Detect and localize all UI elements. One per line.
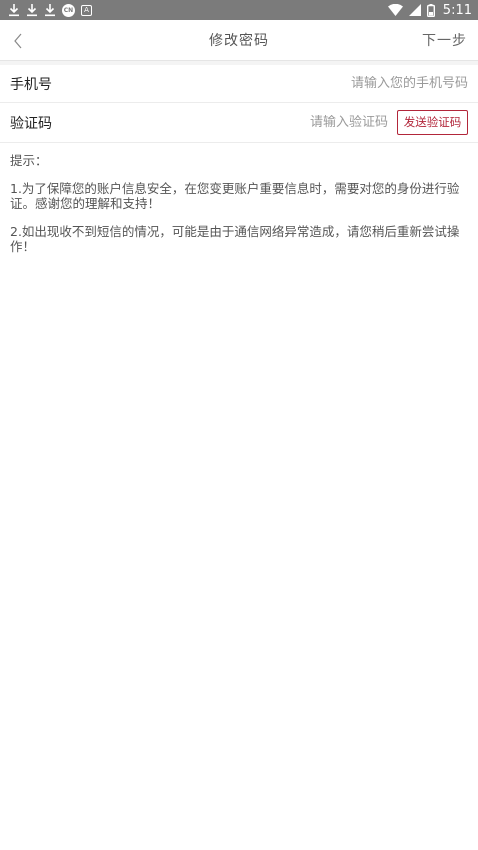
- tip-item: 1.为了保障您的账户信息安全，在您变更账户重要信息时，需要对您的身份进行验证。感…: [10, 181, 460, 211]
- status-right-icons: 5:11: [387, 2, 472, 18]
- nav-bar: 修改密码 下一步: [0, 20, 478, 61]
- download-icon: [26, 3, 38, 17]
- code-input[interactable]: [208, 115, 388, 130]
- send-code-button[interactable]: 发送验证码: [397, 110, 468, 135]
- tip-item: 2.如出现收不到短信的情况，可能是由于通信网络异常造成，请您稍后重新尝试操作！: [10, 224, 460, 254]
- download-icon: [44, 3, 56, 17]
- code-label: 验证码: [10, 115, 52, 132]
- page-title: 修改密码: [209, 33, 269, 49]
- tips-title: 提示：: [10, 153, 48, 168]
- battery-icon: [426, 3, 435, 17]
- status-time: 5:11: [442, 2, 472, 18]
- status-bar: CN A 5:11: [0, 0, 478, 20]
- phone-row: 手机号: [0, 65, 478, 103]
- app-round-icon: CN: [62, 3, 75, 17]
- wifi-icon: [387, 4, 403, 16]
- next-step-button[interactable]: 下一步: [422, 30, 467, 50]
- app-square-icon: A: [81, 4, 92, 16]
- tips-section: 提示： 1.为了保障您的账户信息安全，在您变更账户重要信息时，需要对您的身份进行…: [10, 153, 470, 267]
- phone-input[interactable]: [228, 76, 468, 91]
- phone-label: 手机号: [10, 76, 52, 93]
- code-row: 验证码 发送验证码: [0, 103, 478, 143]
- signal-icon: [408, 4, 421, 16]
- status-left-icons: CN A: [8, 3, 92, 17]
- download-icon: [8, 3, 20, 17]
